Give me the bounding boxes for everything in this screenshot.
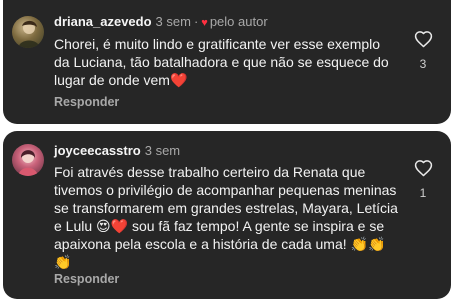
comment-text: Foi através desse trabalho certeiro da R… xyxy=(54,164,398,270)
comment-card: joyceecasstro 3 sem Foi através desse tra… xyxy=(3,131,451,299)
timestamp[interactable]: 3 sem xyxy=(145,143,180,158)
like-count[interactable]: 3 xyxy=(413,57,433,71)
comment-card: driana_azevedo 3 sem · ♥ pelo autor Chorei, … xyxy=(3,0,451,124)
username[interactable]: joyceecasstro xyxy=(54,143,141,158)
reply-button[interactable]: Responder xyxy=(54,95,119,109)
like-control: 1 xyxy=(413,159,433,200)
separator: · xyxy=(193,14,199,29)
comment-text: Chorei, é muito lindo e gratificante ver… xyxy=(54,36,389,88)
heart-outline-icon[interactable] xyxy=(414,30,433,48)
avatar[interactable] xyxy=(12,144,44,176)
reply-button[interactable]: Responder xyxy=(54,272,119,286)
liked-by-author-label: pelo autor xyxy=(209,14,268,29)
timestamp[interactable]: 3 sem xyxy=(156,14,191,29)
avatar-image xyxy=(18,20,40,48)
heart-outline-icon[interactable] xyxy=(414,159,433,177)
comment-header: driana_azevedo 3 sem · ♥ pelo autor xyxy=(54,14,268,31)
heart-icon: ♥ xyxy=(201,17,208,29)
avatar[interactable] xyxy=(12,16,44,48)
comment-header: joyceecasstro 3 sem xyxy=(54,143,180,159)
username[interactable]: driana_azevedo xyxy=(54,14,152,29)
avatar-image xyxy=(18,150,38,176)
like-control: 3 xyxy=(413,30,433,71)
like-count[interactable]: 1 xyxy=(413,186,433,200)
